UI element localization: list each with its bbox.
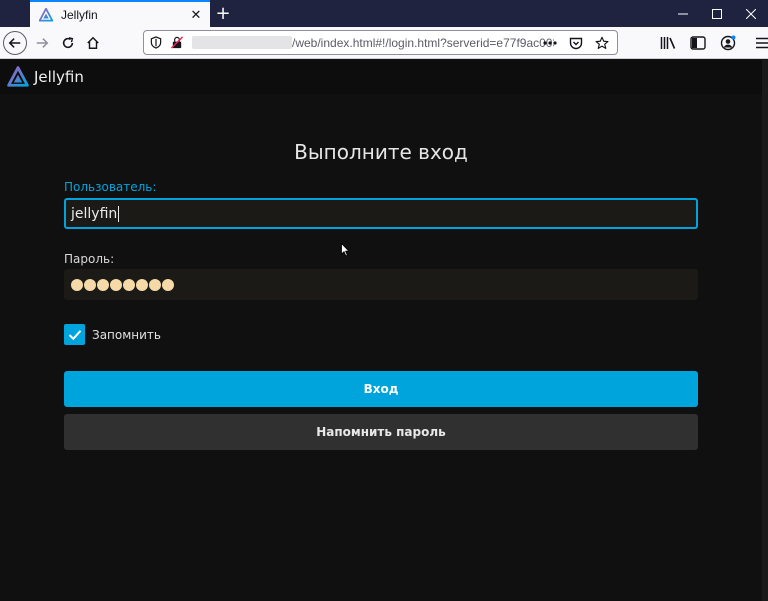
- reload-icon: [62, 37, 74, 49]
- password-dot: [123, 278, 135, 291]
- password-dot: [71, 278, 83, 291]
- url-text: /web/index.html#!/login.html?serverid=e7…: [292, 35, 554, 50]
- arrow-left-icon: [8, 38, 21, 48]
- checkmark-icon: [68, 329, 81, 340]
- forward-button[interactable]: [29, 30, 55, 56]
- password-input[interactable]: [64, 269, 698, 300]
- tab-strip: Jellyfin ✕ +: [0, 0, 768, 27]
- text-caret: [118, 205, 120, 222]
- jellyfin-logo-icon[interactable]: [7, 66, 29, 88]
- pocket-button[interactable]: [567, 34, 585, 52]
- hamburger-menu-icon: [756, 37, 768, 49]
- tracking-shield-icon[interactable]: [147, 34, 165, 52]
- sidebar-button[interactable]: [685, 30, 711, 56]
- window-controls: [666, 0, 768, 27]
- navigation-toolbar: /web/index.html#!/login.html?serverid=e7…: [0, 27, 768, 59]
- password-dot: [162, 278, 174, 291]
- url-bar[interactable]: /web/index.html#!/login.html?serverid=e7…: [143, 30, 618, 55]
- username-value: jellyfin: [71, 205, 118, 222]
- close-window-button[interactable]: [734, 0, 768, 27]
- page-content: Jellyfin Выполните вход Пользователь: je…: [0, 60, 768, 601]
- maximize-icon: [712, 8, 722, 19]
- sign-in-button[interactable]: Вход: [64, 371, 698, 407]
- account-button[interactable]: [715, 30, 741, 56]
- pocket-icon: [569, 37, 583, 49]
- forgot-password-button[interactable]: Напомнить пароль: [64, 414, 698, 450]
- maximize-button[interactable]: [700, 0, 734, 27]
- page-title: Выполните вход: [294, 140, 468, 164]
- brand-name[interactable]: Jellyfin: [34, 68, 84, 86]
- toolbar-right: [655, 30, 768, 56]
- arrow-right-icon: [36, 38, 49, 48]
- library-icon: [660, 37, 676, 49]
- jellyfin-favicon-icon: [39, 7, 53, 21]
- library-button[interactable]: [655, 30, 681, 56]
- close-icon: [746, 8, 756, 19]
- mouse-pointer-icon: [341, 243, 350, 257]
- password-dot: [84, 278, 96, 291]
- remember-me[interactable]: Запомнить: [64, 324, 161, 345]
- more-dots-icon: [543, 41, 557, 45]
- minimize-button[interactable]: [666, 0, 700, 27]
- page-actions-button[interactable]: [541, 34, 559, 52]
- tab-title: Jellyfin: [61, 7, 98, 22]
- reload-button[interactable]: [55, 30, 81, 56]
- password-dot: [110, 278, 122, 291]
- new-tab-button[interactable]: +: [212, 2, 234, 24]
- password-dot: [97, 278, 109, 291]
- username-input[interactable]: jellyfin: [64, 198, 698, 229]
- account-icon: [720, 35, 736, 51]
- menu-button[interactable]: [749, 30, 768, 56]
- app-header: Jellyfin: [0, 60, 768, 94]
- url-actions: [541, 34, 611, 52]
- password-dot: [149, 278, 161, 291]
- minimize-icon: [678, 13, 688, 14]
- remember-label: Запомнить: [92, 327, 161, 342]
- password-mask: [71, 278, 174, 291]
- username-label: Пользователь:: [64, 180, 157, 194]
- home-icon: [87, 36, 99, 49]
- password-dot: [136, 278, 148, 291]
- page-scroll-edge: [762, 60, 768, 601]
- back-button[interactable]: [3, 31, 27, 55]
- password-label: Пароль:: [64, 252, 115, 266]
- tab-close-icon[interactable]: ✕: [188, 7, 204, 23]
- home-button[interactable]: [80, 30, 106, 56]
- bookmark-button[interactable]: [593, 34, 611, 52]
- remember-checkbox[interactable]: [64, 324, 85, 345]
- insecure-lock-icon[interactable]: [168, 34, 186, 52]
- sidebar-icon: [690, 36, 706, 50]
- url-host-redacted: [192, 36, 292, 49]
- browser-tab[interactable]: Jellyfin ✕: [30, 0, 210, 27]
- star-icon: [595, 36, 609, 49]
